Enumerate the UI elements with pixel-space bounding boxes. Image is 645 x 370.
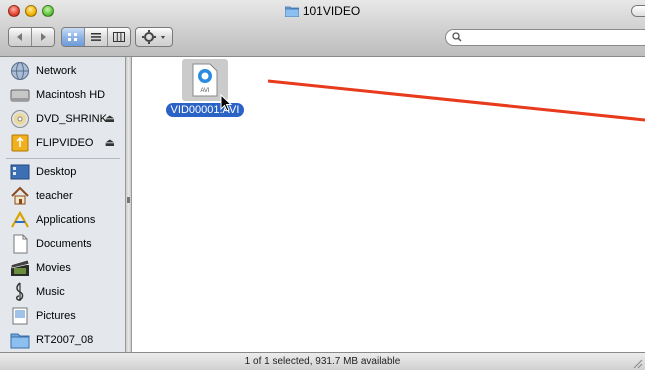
sidebar-item-rt2007-08[interactable]: RT2007_08 [0,329,125,351]
eject-icon[interactable]: ⏏ [105,112,115,125]
mouse-cursor-icon [220,94,232,112]
home-icon [11,186,29,205]
list-view-icon [91,33,101,41]
movies-icon [10,259,30,276]
sidebar-item-macintosh-hd[interactable]: Macintosh HD [0,84,125,106]
back-forward-buttons [8,27,55,47]
file-item[interactable]: AVI VID00001.AVI [160,59,250,117]
sidebar: Network Macintosh HD DVD_SHRINK ⏏ FLIPVI… [0,57,126,352]
action-menu-button[interactable] [135,27,173,47]
search-field[interactable] [445,29,645,46]
applications-icon [11,210,29,228]
resize-grip-icon[interactable] [632,358,643,369]
sidebar-item-flipvideo[interactable]: FLIPVIDEO ⏏ [0,132,125,154]
file-name-label[interactable]: VID00001.AVI [165,103,245,117]
gear-icon [142,30,165,44]
sidebar-item-teacher[interactable]: teacher [0,185,125,207]
desktop-icon [10,164,30,180]
icon-view-icon [68,33,77,41]
sidebar-item-dvd-shrink[interactable]: DVD_SHRINK ⏏ [0,108,125,130]
pictures-icon [12,307,28,325]
sidebar-item-applications[interactable]: Applications [0,209,125,231]
documents-icon [13,234,28,254]
back-button[interactable] [9,28,32,46]
forward-arrow-icon [41,33,46,41]
sidebar-item-label: DVD_SHRINK [36,113,107,125]
file-type-badge: AVI [200,88,210,94]
sidebar-item-label: teacher [36,190,73,202]
sidebar-item-network[interactable]: Network [0,60,125,82]
sidebar-item-label: Pictures [36,310,76,322]
usb-drive-icon [11,134,29,152]
sidebar-item-documents[interactable]: Documents [0,233,125,255]
sidebar-item-label: Music [36,286,65,298]
sidebar-item-movies[interactable]: Movies [0,257,125,279]
sidebar-item-music[interactable]: Music [0,281,125,303]
sidebar-item-label: Macintosh HD [36,89,106,101]
folder-icon [284,5,300,20]
folder-icon [10,333,30,349]
title-toolbar: 101VIDEO [0,0,645,57]
back-arrow-icon [17,33,22,41]
sidebar-item-label: Documents [36,238,92,250]
sidebar-item-label: Desktop [36,166,77,178]
sidebar-item-label: RT2007_08 [36,334,94,346]
window-title: 101VIDEO [0,4,645,20]
quicktime-movie-icon: AVI [192,63,218,97]
view-mode-buttons [61,27,131,47]
splitter-grip[interactable] [127,197,130,203]
search-icon [452,32,462,45]
sidebar-item-pictures[interactable]: Pictures [0,305,125,327]
dvd-icon [11,110,29,128]
status-bar: 1 of 1 selected, 931.7 MB available [0,352,645,370]
file-browser-area[interactable]: AVI VID00001.AVI [132,57,645,352]
toolbar-toggle-button[interactable] [631,5,645,17]
sidebar-item-label: Movies [36,262,71,274]
column-view-button[interactable] [108,28,130,46]
finder-window: 101VIDEO Network Macintosh HD DVD_SHRINK… [0,0,645,370]
network-globe-icon [11,62,29,80]
eject-icon[interactable]: ⏏ [105,136,115,149]
window-title-text: 101VIDEO [302,4,361,18]
column-view-icon [113,32,125,42]
sidebar-item-desktop[interactable]: Desktop [0,161,125,183]
list-view-button[interactable] [85,28,108,46]
sidebar-item-label: Applications [36,214,96,226]
sidebar-divider [6,158,120,159]
forward-button[interactable] [32,28,54,46]
sidebar-item-label: FLIPVIDEO [36,137,94,149]
icon-view-button[interactable] [62,28,85,46]
hard-drive-icon [10,89,30,102]
sidebar-item-label: Network [36,65,77,77]
status-text: 1 of 1 selected, 931.7 MB available [244,356,401,367]
music-icon [16,282,24,301]
